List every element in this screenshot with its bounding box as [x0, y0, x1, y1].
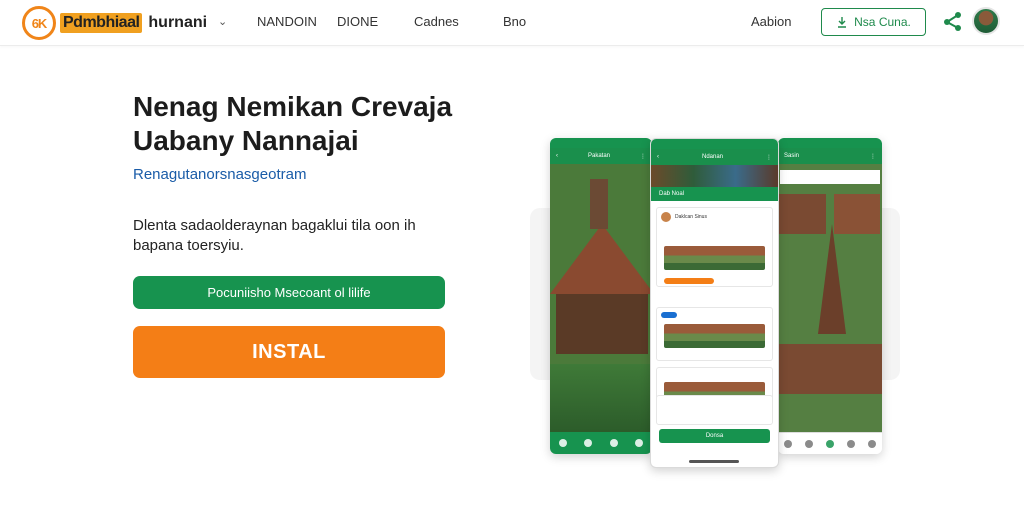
primary-green-button[interactable]: Pocuniisho Msecoant ol lilife	[133, 276, 445, 309]
brand-name-highlight: Pdmbhiaal	[60, 13, 143, 33]
phone-mockup-middle: ‹ Ndanan ⋮ Dab Noal Daklcan Sinus Donsa	[650, 138, 779, 468]
menu-icon: ⋮	[870, 153, 876, 160]
back-icon: ‹	[657, 154, 659, 160]
nav-link-3[interactable]: Cadnes	[414, 14, 459, 29]
search-strip	[780, 170, 880, 184]
post-card-2	[656, 307, 773, 361]
back-icon: ‹	[556, 153, 558, 159]
phone-mockup-left: ‹ Pakatan ⋮	[550, 138, 652, 454]
app-title-left: Pakatan	[587, 153, 611, 159]
outline-action-label: Nsa Cuna.	[854, 15, 911, 29]
post-card-1: Daklcan Sinus	[656, 207, 773, 287]
status-bar	[778, 138, 882, 148]
village-photo	[550, 164, 652, 432]
menu-icon: ⋮	[640, 153, 646, 160]
post-author: Daklcan Sinus	[675, 214, 707, 220]
app-title-right: Sasin	[784, 153, 800, 159]
phone-mockup-right: Sasin ⋮	[778, 138, 882, 454]
menu-icon: ⋮	[766, 154, 772, 161]
download-icon	[838, 17, 847, 28]
logo-mark: 6K	[22, 6, 56, 40]
brand-logo[interactable]: 6K Pdmbhiaal hurnani	[22, 6, 207, 40]
status-bar	[651, 139, 778, 149]
post-photo	[664, 246, 765, 270]
nav-right-link[interactable]: Aabion	[751, 14, 791, 29]
status-bar	[550, 138, 652, 148]
install-button[interactable]: INSTAL	[133, 326, 445, 378]
chevron-down-icon[interactable]: ⌄	[218, 15, 227, 28]
top-navigation: 6K Pdmbhiaal hurnani ⌄ NANDOIN DIONE Cad…	[0, 0, 1024, 46]
app-bar-middle: ‹ Ndanan ⋮	[651, 149, 778, 165]
bottom-tab-bar-right	[778, 432, 882, 454]
home-indicator	[689, 460, 739, 463]
middle-cta-button[interactable]: Donsa	[659, 429, 770, 443]
nav-link-2[interactable]: DIONE	[337, 14, 378, 29]
app-title-middle: Ndanan	[701, 154, 724, 160]
post-card-4	[656, 395, 773, 425]
section-header: Dab Noal	[651, 187, 778, 201]
share-icon[interactable]	[942, 10, 964, 32]
avatar[interactable]	[972, 7, 1000, 35]
app-bar-right: Sasin ⋮	[778, 148, 882, 164]
nav-link-1[interactable]: NANDOIN	[257, 14, 317, 29]
story-strip	[651, 165, 778, 187]
nav-link-4[interactable]: Bno	[503, 14, 526, 29]
hero-subtitle-link[interactable]: Renagutanorsnasgeotram	[133, 166, 306, 183]
pagoda-photo	[778, 164, 882, 432]
hero-title: Nenag Nemikan Crevaja Uabany Nannajai	[133, 91, 453, 156]
hero-description: Dlenta sadaolderaynan bagaklui tila oon …	[133, 217, 416, 254]
app-bar-left: ‹ Pakatan ⋮	[550, 148, 652, 164]
outline-action-button[interactable]: Nsa Cuna.	[821, 8, 926, 36]
brand-name-rest: hurnani	[148, 14, 208, 31]
bottom-tab-bar-left	[550, 432, 652, 454]
brand-name: Pdmbhiaal hurnani	[60, 13, 207, 33]
post-tag	[664, 278, 714, 284]
section-header-label: Dab Noal	[659, 191, 685, 197]
